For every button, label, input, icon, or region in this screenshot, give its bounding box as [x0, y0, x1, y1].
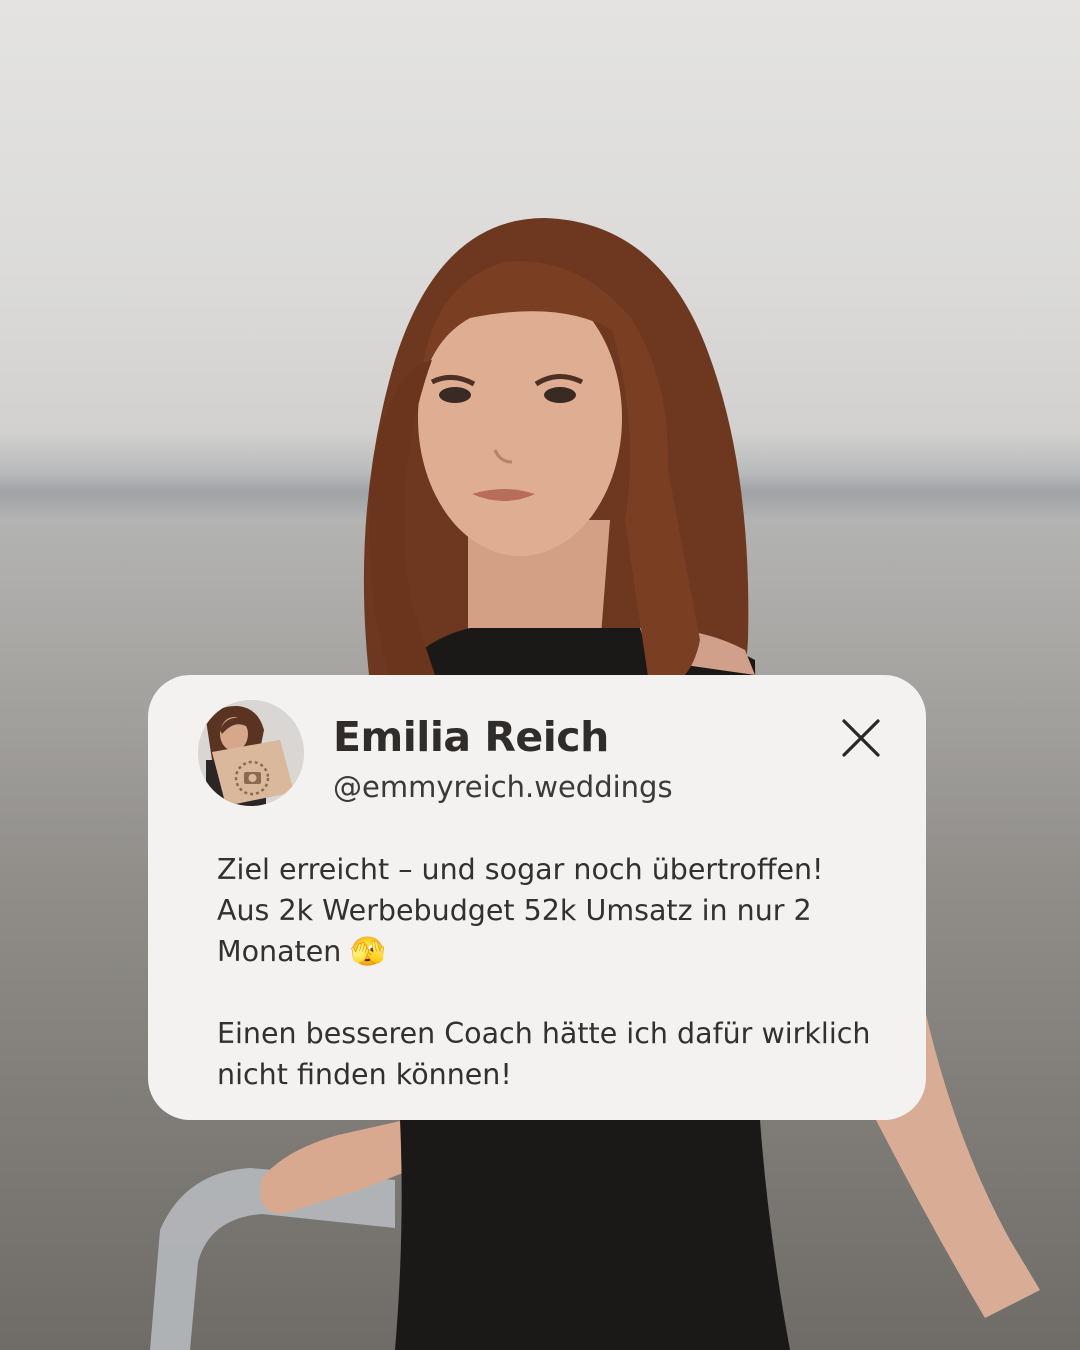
profile-name: Emilia Reich — [333, 713, 609, 761]
testimonial-card: Emilia Reich @emmyreich.weddings Ziel er… — [148, 675, 926, 1120]
message-paragraph-1: Ziel erreicht – und sogar noch übertroff… — [217, 853, 824, 968]
close-icon[interactable] — [840, 717, 882, 759]
avatar-image — [198, 700, 304, 806]
testimonial-text: Ziel erreicht – und sogar noch übertroff… — [217, 849, 877, 1095]
message-paragraph-2: Einen besseren Coach hätte ich dafür wir… — [217, 1017, 871, 1091]
profile-handle: @emmyreich.weddings — [333, 770, 673, 804]
avatar[interactable] — [198, 700, 304, 806]
